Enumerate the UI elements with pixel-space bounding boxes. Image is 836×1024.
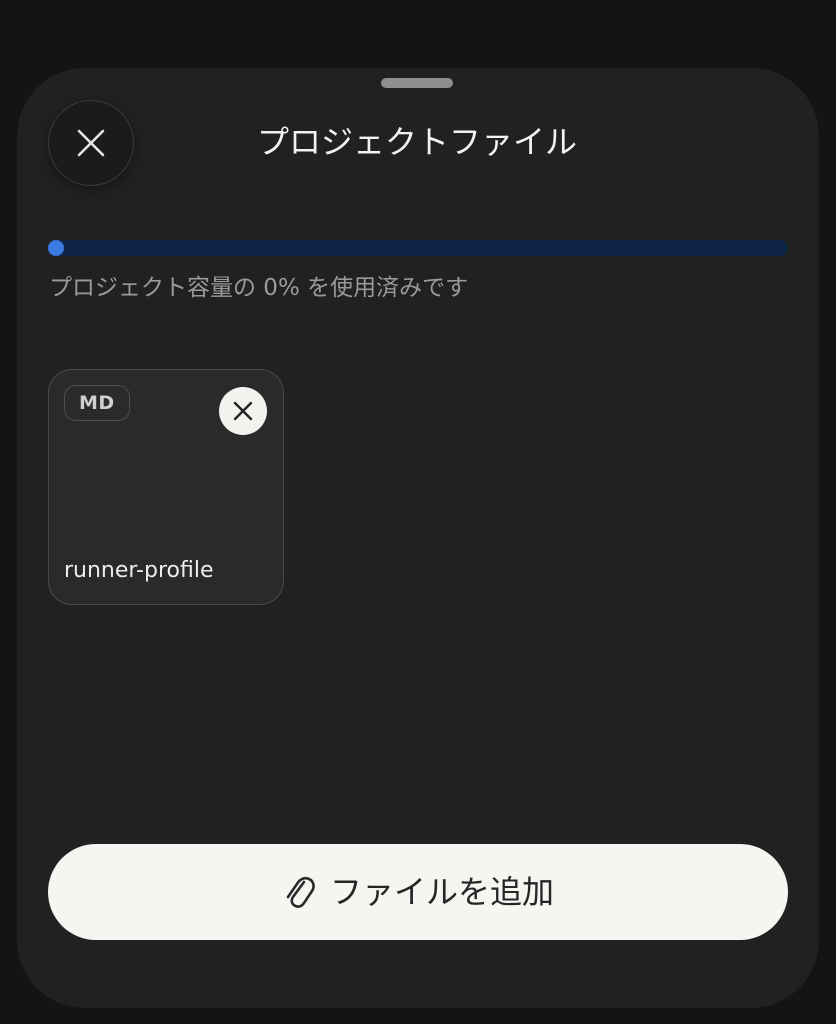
storage-usage-text: プロジェクト容量の 0% を使用済みです — [49, 275, 469, 301]
file-card[interactable]: MD runner-profile — [48, 369, 284, 605]
storage-progress-fill — [48, 240, 64, 256]
add-file-label: ファイルを追加 — [329, 873, 554, 911]
sheet-title: プロジェクトファイル — [256, 123, 577, 161]
paperclip-icon — [286, 876, 315, 908]
file-type-badge: MD — [64, 385, 130, 421]
file-name: runner-profile — [64, 558, 214, 583]
close-icon — [233, 401, 253, 421]
project-files-sheet: プロジェクトファイル プロジェクト容量の 0% を使用済みです MD runne… — [17, 68, 819, 1008]
add-file-button[interactable]: ファイルを追加 — [48, 844, 788, 940]
close-icon — [77, 129, 105, 157]
sheet-grabber[interactable] — [381, 78, 453, 88]
storage-progress-bar — [48, 240, 788, 256]
remove-file-button[interactable] — [219, 387, 267, 435]
close-button[interactable] — [48, 100, 134, 186]
